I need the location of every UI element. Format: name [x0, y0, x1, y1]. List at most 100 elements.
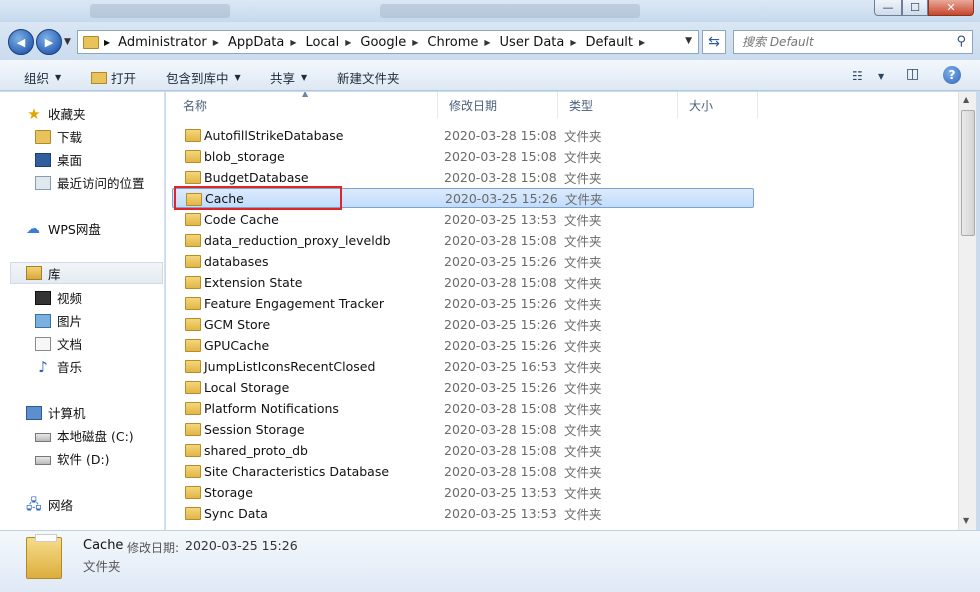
- file-row[interactable]: BudgetDatabase 2020-03-28 15:08 文件夹: [172, 167, 754, 187]
- new-folder-button[interactable]: 新建文件夹: [337, 68, 400, 87]
- view-options-icon[interactable]: ☷: [852, 69, 863, 83]
- file-row[interactable]: Site Characteristics Database 2020-03-28 …: [172, 461, 754, 481]
- preview-pane-icon[interactable]: ◫: [906, 66, 919, 82]
- sidebar-item-videos[interactable]: 视频: [35, 288, 82, 307]
- file-name: Code Cache: [204, 211, 279, 227]
- search-box[interactable]: ⚲: [733, 30, 973, 54]
- navigation-bar: ◀ ▶ ▼ ▶ Administrator ▶ AppData ▶ Local ▶ G…: [0, 22, 980, 60]
- breadcrumb-item[interactable]: Local: [306, 35, 340, 50]
- breadcrumb-item[interactable]: Google: [360, 35, 406, 50]
- scroll-up-arrow-icon[interactable]: ▲: [963, 95, 969, 104]
- column-header-type[interactable]: 类型: [558, 92, 678, 118]
- breadcrumb-item[interactable]: User Data: [500, 35, 565, 50]
- sidebar-label: 收藏夹: [48, 107, 86, 122]
- file-row[interactable]: Extension State 2020-03-28 15:08 文件夹: [172, 272, 754, 292]
- share-menu[interactable]: 共享 ▼: [270, 68, 307, 87]
- breadcrumb-separator[interactable]: ▶: [484, 38, 490, 47]
- sidebar-item-documents[interactable]: 文档: [35, 334, 82, 353]
- file-date: 2020-03-28 15:08: [444, 148, 557, 164]
- sidebar-label: 软件 (D:): [57, 452, 110, 467]
- breadcrumb: Administrator ▶ AppData ▶ Local ▶ Google ▶ C…: [118, 35, 654, 50]
- column-header-label: 类型: [569, 98, 594, 113]
- organize-menu[interactable]: 组织 ▼: [24, 68, 61, 87]
- folder-icon: [185, 339, 201, 352]
- recent-pages-dropdown[interactable]: ▼: [64, 37, 71, 47]
- sidebar-item-music[interactable]: ♪ 音乐: [35, 357, 82, 376]
- scroll-down-arrow-icon[interactable]: ▼: [963, 516, 969, 525]
- forward-button[interactable]: ▶: [36, 29, 62, 55]
- back-button[interactable]: ◀: [8, 29, 34, 55]
- file-row[interactable]: shared_proto_db 2020-03-28 15:08 文件夹: [172, 440, 754, 460]
- breadcrumb-separator[interactable]: ▶: [639, 38, 645, 47]
- sidebar-item-downloads[interactable]: 下载: [35, 127, 82, 146]
- sidebar-item-drive-c[interactable]: 本地磁盘 (C:): [35, 426, 134, 445]
- file-row[interactable]: Storage 2020-03-25 13:53 文件夹: [172, 482, 754, 502]
- downloads-folder-icon: [35, 129, 51, 144]
- breadcrumb-separator[interactable]: ▶: [290, 38, 296, 47]
- column-header-label: 名称: [183, 98, 208, 113]
- file-name: shared_proto_db: [204, 442, 308, 458]
- minimize-button[interactable]: —: [874, 0, 902, 16]
- file-type: 文件夹: [564, 212, 602, 228]
- open-button[interactable]: 打开: [91, 68, 136, 87]
- sidebar-item-favorites[interactable]: ★ 收藏夹: [26, 104, 86, 123]
- sidebar-label: 最近访问的位置: [57, 176, 145, 191]
- file-row[interactable]: Feature Engagement Tracker 2020-03-25 15:…: [172, 293, 754, 313]
- address-history-dropdown[interactable]: ▼: [685, 36, 692, 46]
- folder-icon: [185, 486, 201, 499]
- file-row[interactable]: GPUCache 2020-03-25 15:26 文件夹: [172, 335, 754, 355]
- breadcrumb-separator[interactable]: ▶: [345, 38, 351, 47]
- breadcrumb-root-arrow[interactable]: ▶: [104, 38, 110, 47]
- breadcrumb-item[interactable]: AppData: [228, 35, 284, 50]
- scrollbar-thumb[interactable]: [961, 110, 975, 236]
- file-date: 2020-03-25 13:53: [444, 505, 557, 521]
- sidebar-item-recent[interactable]: 最近访问的位置: [35, 173, 145, 192]
- sidebar-item-libraries[interactable]: 库: [10, 262, 163, 284]
- search-input[interactable]: [742, 35, 942, 49]
- help-icon[interactable]: ?: [943, 66, 961, 84]
- close-button[interactable]: ✕: [928, 0, 974, 16]
- file-row[interactable]: Local Storage 2020-03-25 15:26 文件夹: [172, 377, 754, 397]
- breadcrumb-item[interactable]: Default: [586, 35, 634, 50]
- file-row[interactable]: Platform Notifications 2020-03-28 15:08 文件…: [172, 398, 754, 418]
- sidebar-item-network[interactable]: 🖧 网络: [26, 495, 73, 514]
- breadcrumb-item[interactable]: Administrator: [118, 35, 207, 50]
- library-icon: [26, 266, 42, 280]
- file-row[interactable]: Session Storage 2020-03-28 15:08 文件夹: [172, 419, 754, 439]
- file-row[interactable]: Sync Data 2020-03-25 13:53 文件夹: [172, 503, 754, 523]
- sidebar-item-pictures[interactable]: 图片: [35, 311, 82, 330]
- file-row[interactable]: data_reduction_proxy_leveldb 2020-03-28 1…: [172, 230, 754, 250]
- file-type: 文件夹: [564, 506, 602, 522]
- sidebar-item-computer[interactable]: 计算机: [26, 403, 86, 422]
- column-header-size[interactable]: 大小: [678, 92, 758, 118]
- open-label: 打开: [111, 71, 137, 86]
- breadcrumb-separator[interactable]: ▶: [412, 38, 418, 47]
- breadcrumb-item[interactable]: Chrome: [427, 35, 478, 50]
- sidebar-label: 下载: [57, 130, 83, 145]
- address-bar[interactable]: ▶ Administrator ▶ AppData ▶ Local ▶ Google ▶…: [77, 30, 699, 54]
- sidebar-label: 文档: [57, 337, 83, 352]
- search-icon[interactable]: ⚲: [956, 34, 966, 49]
- refresh-button[interactable]: ⇆: [702, 30, 726, 54]
- file-row[interactable]: AutofillStrikeDatabase 2020-03-28 15:08 文件…: [172, 125, 754, 145]
- breadcrumb-separator[interactable]: ▶: [570, 38, 576, 47]
- file-type: 文件夹: [564, 422, 602, 438]
- sidebar-item-drive-d[interactable]: 软件 (D:): [35, 449, 110, 468]
- file-row[interactable]: Code Cache 2020-03-25 13:53 文件夹: [172, 209, 754, 229]
- vertical-scrollbar[interactable]: ▲ ▼: [958, 92, 976, 530]
- include-in-library-menu[interactable]: 包含到库中 ▼: [166, 68, 241, 87]
- file-row[interactable]: Cache 2020-03-25 15:26 文件夹: [172, 188, 754, 208]
- column-header-date[interactable]: 修改日期: [438, 92, 558, 118]
- breadcrumb-separator[interactable]: ▶: [213, 38, 219, 47]
- file-row[interactable]: databases 2020-03-25 15:26 文件夹: [172, 251, 754, 271]
- view-options-dropdown[interactable]: ▼: [878, 72, 884, 81]
- folder-thumbnail-icon: [26, 534, 62, 579]
- file-row[interactable]: JumpListIconsRecentClosed 2020-03-25 16:5…: [172, 356, 754, 376]
- file-row[interactable]: blob_storage 2020-03-28 15:08 文件夹: [172, 146, 754, 166]
- sidebar-item-desktop[interactable]: 桌面: [35, 150, 82, 169]
- maximize-button[interactable]: ☐: [902, 0, 928, 16]
- file-name: JumpListIconsRecentClosed: [204, 358, 376, 374]
- title-bar-blur: [90, 4, 230, 18]
- file-row[interactable]: GCM Store 2020-03-25 15:26 文件夹: [172, 314, 754, 334]
- sidebar-item-wps[interactable]: ☁ WPS网盘: [26, 219, 101, 238]
